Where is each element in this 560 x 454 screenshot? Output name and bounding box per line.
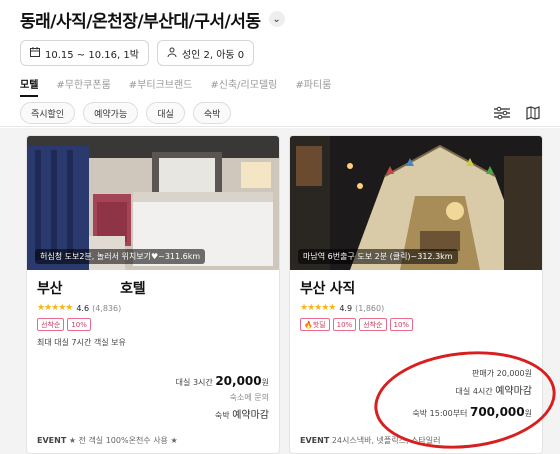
hotel-photo[interactable]: 허심청 도보2분, 놀러서 위치보기♥~311.6km: [27, 136, 279, 270]
tab-party-room[interactable]: #파티룸: [295, 76, 331, 91]
hotel-name: 부산 사직: [300, 281, 355, 297]
star-rating-icon: ★★★★★: [300, 303, 336, 313]
discount-badge: 10%: [332, 318, 357, 331]
review-count: (4,836): [92, 303, 122, 313]
first-come-badge: 선착순: [37, 318, 65, 331]
tab-boutique-brand[interactable]: #부티크브랜드: [129, 76, 193, 91]
discount-badge: 10%: [67, 318, 91, 331]
review-count: (1,860): [355, 303, 385, 313]
hotel-card[interactable]: 마남역 6번출구 도보 2분 (클릭)~312.3km 부산 사직 ★★★★★ …: [289, 135, 543, 454]
discount-badge: 10%: [389, 318, 414, 331]
calendar-icon: [30, 46, 40, 60]
original-price-line: 판매가 20,000원: [472, 369, 532, 378]
daysplit-price-line: 대실 3시간 20,000원: [175, 374, 269, 388]
stay-price-line: 숙박 15:00부터 700,000원: [412, 405, 532, 419]
rating: ★★★★★ 4.6 (4,836): [37, 303, 269, 313]
date-picker[interactable]: 10.15 ~ 10.16, 1박: [20, 40, 149, 66]
filter-chip-instant-discount[interactable]: 즉시할인: [20, 102, 76, 124]
location-tag: 마남역 6번출구 도보 2분 (클릭)~312.3km: [298, 249, 458, 264]
filter-chip-daysplit[interactable]: 대실: [146, 102, 185, 124]
tab-unlimited-coupon[interactable]: #무한쿠폰룸: [56, 76, 110, 91]
rating-score: 4.9: [339, 303, 353, 313]
price-block: 대실 3시간 20,000원 숙소에 문의 숙박 예약마감: [176, 374, 269, 421]
tab-motel[interactable]: 모텔: [20, 76, 39, 97]
guest-count: 성인 2, 아동 0: [181, 49, 245, 61]
price-block: 판매가 20,000원 대실 4시간 예약마감 숙박 15:00부터 700,0…: [412, 368, 532, 419]
filter-chip-available[interactable]: 예약가능: [83, 102, 139, 124]
date-range: 10.15 ~ 10.16, 1박: [45, 49, 139, 61]
map-icon[interactable]: [526, 106, 540, 120]
inquiry-text: 숙소에 문의: [229, 393, 269, 402]
star-rating-icon: ★★★★★: [37, 303, 73, 313]
hot-deal-badge: 🔥핫딜: [300, 318, 330, 331]
category-tabs: 모텔 #무한쿠폰룸 #부티크브랜드 #신축/리모델링 #파티룸: [20, 76, 540, 97]
filter-sliders-icon[interactable]: [494, 106, 510, 120]
event-line: EVENT 24시스낵바, 넷플릭스, 스타일러: [300, 436, 441, 445]
rating-score: 4.6: [76, 303, 90, 313]
first-come-badge: 선착순: [359, 318, 387, 331]
top-header: 동래/사직/온천장/부산대/구서/서동 ⌄ 10.15 ~ 10.16, 1박 …: [0, 0, 560, 127]
stay-price-line: 숙박 예약마감: [214, 410, 269, 421]
person-icon: [167, 47, 177, 60]
hotel-card[interactable]: 허심청 도보2분, 놀러서 위치보기♥~311.6km 부산 호텔 ★★★★★ 4…: [26, 135, 280, 454]
location-tag: 허심청 도보2분, 놀러서 위치보기♥~311.6km: [35, 249, 206, 264]
room-note: 최대 대실 7시간 객실 보유: [37, 338, 126, 347]
rating: ★★★★★ 4.9 (1,860): [300, 303, 532, 313]
location-title[interactable]: 동래/사직/온천장/부산대/구서/서동: [20, 7, 261, 32]
hotel-name: 부산 호텔: [37, 281, 146, 297]
tab-new-remodel[interactable]: #신축/리모델링: [210, 76, 277, 91]
hotel-photo[interactable]: 마남역 6번출구 도보 2분 (클릭)~312.3km: [290, 136, 542, 270]
daysplit-price-line: 대실 4시간 예약마감: [455, 386, 532, 397]
guest-picker[interactable]: 성인 2, 아동 0: [156, 40, 255, 66]
chevron-down-icon[interactable]: ⌄: [268, 11, 285, 27]
filter-chip-stay[interactable]: 숙박: [192, 102, 232, 124]
event-line: EVENT ★ 전 객실 100%온천수 사용 ★: [37, 436, 178, 445]
